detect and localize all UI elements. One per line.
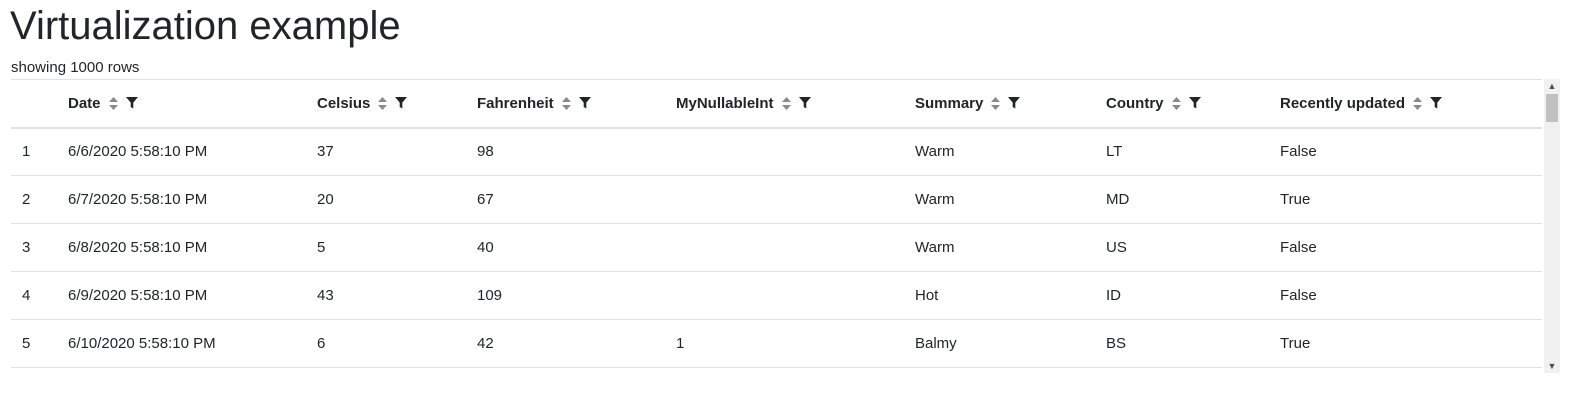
filter-icon[interactable]: [798, 97, 811, 109]
cell-date: 6/6/2020 5:58:10 PM: [68, 143, 208, 161]
column-header-content: MyNullableInt: [676, 95, 811, 112]
cell-fahrenheit: 109: [477, 287, 503, 304]
column-header-label[interactable]: Date: [68, 95, 101, 112]
row-count-text: showing 1000 rows: [11, 59, 140, 76]
cell-date: 6/10/2020 5:58:10 PM: [68, 335, 216, 352]
column-header-celsius[interactable]: Celsius: [317, 80, 477, 128]
cell-date: 6/8/2020 5:58:10 PM: [68, 239, 208, 256]
filter-icon[interactable]: [1008, 97, 1021, 109]
cell-date: 6/7/2020 5:58:10 PM: [68, 191, 208, 208]
cell-nullable: 1: [676, 335, 685, 352]
chevron-up-icon[interactable]: ▲: [1544, 79, 1560, 93]
column-header-country[interactable]: Country: [1106, 80, 1280, 128]
sort-icon[interactable]: [108, 96, 118, 110]
filter-icon[interactable]: [125, 97, 138, 109]
cell-celsius: 20: [317, 191, 334, 208]
page-title: Virtualization example: [10, 4, 401, 48]
data-grid[interactable]: Date Celsius Fahrenheit MyNullableInt Summar…: [11, 79, 1584, 373]
column-header-label[interactable]: Country: [1106, 95, 1164, 112]
cell-country: ID: [1106, 287, 1121, 304]
cell-nullable: [676, 224, 915, 272]
filter-icon[interactable]: [578, 97, 591, 109]
cell-summary: Balmy: [915, 335, 957, 352]
cell-idx: 5: [22, 335, 31, 352]
table-header: Date Celsius Fahrenheit MyNullableInt Summar…: [11, 79, 1542, 128]
cell-idx: 1: [22, 143, 31, 161]
column-header-content: Recently updated: [1280, 95, 1443, 112]
cell-summary: Warm: [915, 143, 955, 161]
cell-country: MD: [1106, 191, 1130, 208]
cell-celsius: 5: [317, 239, 326, 256]
filter-icon[interactable]: [395, 97, 408, 109]
sort-icon[interactable]: [1171, 96, 1181, 110]
cell-nullable: [676, 272, 915, 320]
cell-recent: True: [1280, 335, 1311, 352]
cell-date: 6/9/2020 5:58:10 PM: [68, 287, 208, 304]
column-header-label[interactable]: Celsius: [317, 95, 370, 112]
chevron-down-icon[interactable]: ▼: [1544, 359, 1560, 373]
cell-celsius: 43: [317, 287, 334, 304]
filter-icon[interactable]: [1430, 97, 1443, 109]
table-row[interactable]: 4 6/9/2020 5:58:10 PM 43 109 Hot ID False: [11, 272, 1542, 320]
table-row[interactable]: 1 6/6/2020 5:58:10 PM 37 98 Warm LT False: [11, 128, 1542, 176]
cell-celsius: 6: [317, 335, 326, 352]
data-table: Date Celsius Fahrenheit MyNullableInt Summar…: [11, 79, 1542, 368]
column-header-fahrenheit[interactable]: Fahrenheit: [477, 80, 676, 128]
cell-nullable: [676, 128, 915, 176]
sort-icon[interactable]: [561, 96, 571, 110]
cell-fahrenheit: 40: [477, 239, 494, 256]
column-header-date[interactable]: Date: [68, 80, 317, 128]
column-header-nullable[interactable]: MyNullableInt: [676, 80, 915, 128]
column-header-content: Date: [68, 95, 138, 112]
table-row[interactable]: 5 6/10/2020 5:58:10 PM 6 42 1 Balmy BS True: [11, 320, 1542, 368]
cell-fahrenheit: 98: [477, 143, 494, 161]
column-header-label[interactable]: MyNullableInt: [676, 95, 774, 112]
column-header-label[interactable]: Summary: [915, 95, 983, 112]
table-body: 1 6/6/2020 5:58:10 PM 37 98 Warm LT False 2 6/7/…: [11, 128, 1542, 368]
column-header-summary[interactable]: Summary: [915, 80, 1106, 128]
cell-country: LT: [1106, 143, 1123, 161]
cell-summary: Hot: [915, 287, 939, 304]
vertical-scrollbar[interactable]: ▲ ▼: [1544, 79, 1560, 373]
column-header-idx: [11, 80, 68, 128]
sort-icon[interactable]: [781, 96, 791, 110]
cell-celsius: 37: [317, 143, 334, 161]
cell-recent: False: [1280, 143, 1317, 161]
cell-fahrenheit: 67: [477, 191, 494, 208]
cell-recent: False: [1280, 239, 1317, 256]
column-header-content: Celsius: [317, 95, 408, 112]
sort-icon[interactable]: [991, 96, 1001, 110]
scroll-thumb[interactable]: [1546, 94, 1558, 122]
header-row: Date Celsius Fahrenheit MyNullableInt Summar…: [11, 79, 1542, 128]
cell-recent: True: [1280, 191, 1311, 208]
column-header-recent[interactable]: Recently updated: [1280, 80, 1542, 128]
sort-icon[interactable]: [1413, 96, 1423, 110]
table-row[interactable]: 3 6/8/2020 5:58:10 PM 5 40 Warm US False: [11, 224, 1542, 272]
cell-recent: False: [1280, 287, 1317, 304]
column-header-content: Fahrenheit: [477, 95, 591, 112]
cell-idx: 3: [22, 239, 31, 256]
cell-fahrenheit: 42: [477, 335, 494, 352]
sort-icon[interactable]: [378, 96, 388, 110]
cell-summary: Warm: [915, 239, 955, 256]
filter-icon[interactable]: [1188, 97, 1201, 109]
cell-idx: 4: [22, 287, 31, 304]
cell-summary: Warm: [915, 191, 955, 208]
column-header-label[interactable]: Fahrenheit: [477, 95, 554, 112]
cell-country: BS: [1106, 335, 1127, 352]
column-header-content: Country: [1106, 95, 1201, 112]
table-row[interactable]: 2 6/7/2020 5:58:10 PM 20 67 Warm MD True: [11, 176, 1542, 224]
column-header-label[interactable]: Recently updated: [1280, 95, 1405, 112]
cell-idx: 2: [22, 191, 31, 208]
column-header-content: Summary: [915, 95, 1021, 112]
cell-country: US: [1106, 239, 1127, 256]
cell-nullable: [676, 176, 915, 224]
